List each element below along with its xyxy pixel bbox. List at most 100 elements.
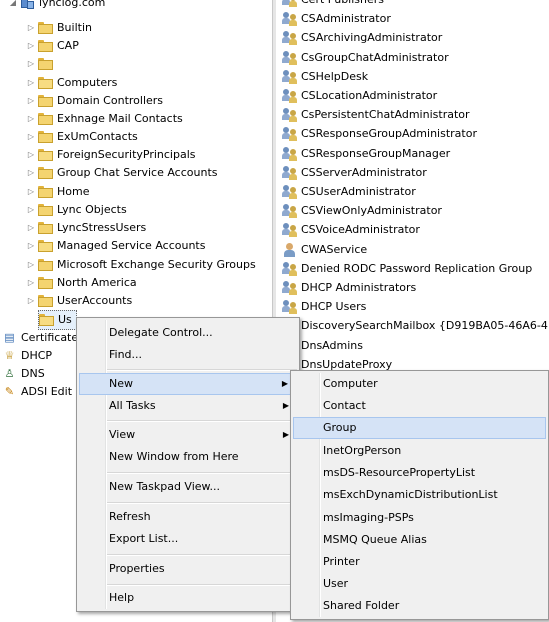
tree-folder-foreign-security-principals[interactable]: ▷ ForeignSecurityPrincipals [26, 146, 196, 164]
list-item[interactable]: CWAService [282, 240, 367, 259]
menu-item-new-window-from-here[interactable]: New Window from Here [79, 446, 297, 468]
collapsed-arrow-icon[interactable]: ▷ [26, 110, 36, 128]
collapsed-arrow-icon[interactable]: ▷ [26, 201, 36, 219]
tree-snapin-dns[interactable]: ♙ DNS [2, 365, 45, 383]
tree-folder-home[interactable]: ▷ Home [26, 183, 89, 201]
list-item[interactable]: DHCP Administrators [282, 278, 416, 297]
list-item[interactable]: CSArchivingAdministrator [282, 28, 442, 47]
tree-folder-users-selected[interactable]: Us [38, 310, 77, 330]
collapsed-arrow-icon[interactable]: ▷ [26, 183, 36, 201]
list-item[interactable]: CSResponseGroupManager [282, 144, 450, 163]
list-item[interactable]: DiscoverySearchMailbox {D919BA05-46A6-41… [282, 316, 549, 335]
menu-item-export-list[interactable]: Export List... [79, 528, 297, 550]
collapsed-arrow-icon[interactable]: ▷ [26, 219, 36, 237]
menu-item-delegate-control[interactable]: Delegate Control... [79, 322, 297, 344]
tree-folder-managed-service-accounts[interactable]: ▷ Managed Service Accounts [26, 237, 205, 255]
expanded-arrow-icon[interactable]: ◢ [8, 0, 18, 12]
collapsed-arrow-icon[interactable]: ▷ [26, 164, 36, 182]
tree-folder-useraccounts[interactable]: ▷ UserAccounts [26, 292, 132, 310]
menu-item-view[interactable]: View ▶ [79, 424, 297, 446]
menu-item-find[interactable]: Find... [79, 344, 297, 366]
submenu-item-msexchdynamicdistributionlist[interactable]: msExchDynamicDistributionList [293, 484, 546, 506]
tree-snapin-label: DHCP [21, 349, 53, 362]
list-item[interactable]: CSHelpDesk [282, 67, 368, 86]
submenu-item-msimaging-psps[interactable]: msImaging-PSPs [293, 507, 546, 529]
adsi-edit-icon: ✎ [4, 385, 15, 398]
submenu-item-printer[interactable]: Printer [293, 551, 546, 573]
list-item[interactable]: CSAdministrator [282, 9, 391, 28]
submenu-item-user[interactable]: User [293, 573, 546, 595]
menu-item-all-tasks[interactable]: All Tasks ▶ [79, 395, 297, 417]
submenu-item-computer[interactable]: Computer [293, 373, 546, 395]
menu-item-label: New Window from Here [109, 450, 239, 463]
list-item[interactable]: CsGroupChatAdministrator [282, 48, 449, 67]
collapsed-arrow-icon[interactable]: ▷ [26, 19, 36, 37]
collapsed-arrow-icon[interactable]: ▷ [26, 128, 36, 146]
submenu-item-msds-resourcepropertylist[interactable]: msDS-ResourcePropertyList [293, 462, 546, 484]
list-item[interactable]: CSVoiceAdministrator [282, 220, 420, 239]
tree-domain-root[interactable]: ◢ lynclog.com [8, 0, 105, 12]
group-icon [282, 88, 298, 103]
menu-item-label: New [109, 377, 133, 390]
submenu-item-msmq-queue-alias[interactable]: MSMQ Queue Alias [293, 529, 546, 551]
list-item[interactable]: CSViewOnlyAdministrator [282, 201, 442, 220]
dhcp-icon: ♕ [4, 349, 15, 362]
collapsed-arrow-icon[interactable]: ▷ [26, 92, 36, 110]
tree-folder-north-america[interactable]: ▷ North America [26, 274, 137, 292]
folder-icon [38, 240, 53, 252]
menu-item-new-taskpad-view[interactable]: New Taskpad View... [79, 476, 297, 498]
menu-item-properties[interactable]: Properties [79, 558, 297, 580]
tree-snapin-adsi-edit[interactable]: ✎ ADSI Edit [2, 383, 72, 401]
collapsed-arrow-icon[interactable]: ▷ [26, 292, 36, 310]
tree-folder-domain-controllers[interactable]: ▷ Domain Controllers [26, 92, 163, 110]
folder-icon [38, 58, 53, 70]
list-item-label: CSResponseGroupAdministrator [301, 127, 477, 140]
menu-separator [107, 420, 297, 422]
list-item[interactable]: CsPersistentChatAdministrator [282, 105, 470, 124]
list-item[interactable]: DHCP Users [282, 297, 366, 316]
list-item[interactable]: CSServerAdministrator [282, 163, 427, 182]
group-icon [282, 30, 298, 45]
collapsed-arrow-icon[interactable]: ▷ [26, 256, 36, 274]
tree-folder-builtin[interactable]: ▷ Builtin [26, 19, 92, 37]
menu-item-label: Printer [323, 555, 360, 568]
submenu-item-shared-folder[interactable]: Shared Folder [293, 595, 546, 617]
tree-folder-lync-objects[interactable]: ▷ Lync Objects [26, 201, 127, 219]
tree-folder-unnamed[interactable]: ▷ [26, 55, 57, 73]
tree-folder-cap[interactable]: ▷ CAP [26, 37, 79, 55]
folder-icon [38, 167, 53, 179]
list-item[interactable]: CSUserAdministrator [282, 182, 416, 201]
tree-folder-label: CAP [57, 39, 79, 52]
tree-folder-exumcontacts[interactable]: ▷ ExUmContacts [26, 128, 138, 146]
tree-folder-exhnage-mail-contacts[interactable]: ▷ Exhnage Mail Contacts [26, 110, 183, 128]
tree-folder-computers[interactable]: ▷ Computers [26, 74, 117, 92]
list-item[interactable]: Denied RODC Password Replication Group [282, 259, 532, 278]
collapsed-arrow-icon[interactable]: ▷ [26, 37, 36, 55]
collapsed-arrow-icon[interactable]: ▷ [26, 146, 36, 164]
submenu-item-contact[interactable]: Contact [293, 395, 546, 417]
tree-snapin-dhcp[interactable]: ♕ DHCP [2, 347, 53, 365]
folder-icon [38, 186, 53, 198]
submenu-item-inetorgperson[interactable]: InetOrgPerson [293, 440, 546, 462]
list-item[interactable]: CSResponseGroupAdministrator [282, 124, 477, 143]
list-item[interactable]: Cert Publishers [282, 0, 384, 9]
tree-folder-group-chat-service-accounts[interactable]: ▷ Group Chat Service Accounts [26, 164, 217, 182]
collapsed-arrow-icon[interactable]: ▷ [26, 237, 36, 255]
menu-item-label: New Taskpad View... [109, 480, 221, 493]
tree-snapin-label: Certificate [21, 331, 79, 344]
collapsed-arrow-icon[interactable]: ▷ [26, 274, 36, 292]
tree-snapin-label: DNS [21, 367, 45, 380]
tree-folder-lync-stress-users[interactable]: ▷ LyncStressUsers [26, 219, 146, 237]
folder-icon [38, 22, 53, 34]
menu-item-new[interactable]: New ▶ [79, 373, 297, 395]
tree-folder-label: Lync Objects [57, 203, 127, 216]
collapsed-arrow-icon[interactable]: ▷ [26, 55, 36, 73]
tree-snapin-label: ADSI Edit [21, 385, 73, 398]
menu-item-refresh[interactable]: Refresh [79, 506, 297, 528]
submenu-item-group[interactable]: Group [293, 417, 546, 439]
tree-snapin-certificate[interactable]: ▤ Certificate [2, 329, 78, 347]
list-item[interactable]: CSLocationAdministrator [282, 86, 437, 105]
tree-folder-microsoft-exchange-security-groups[interactable]: ▷ Microsoft Exchange Security Groups [26, 256, 256, 274]
menu-item-help[interactable]: Help [79, 587, 297, 609]
collapsed-arrow-icon[interactable]: ▷ [26, 74, 36, 92]
